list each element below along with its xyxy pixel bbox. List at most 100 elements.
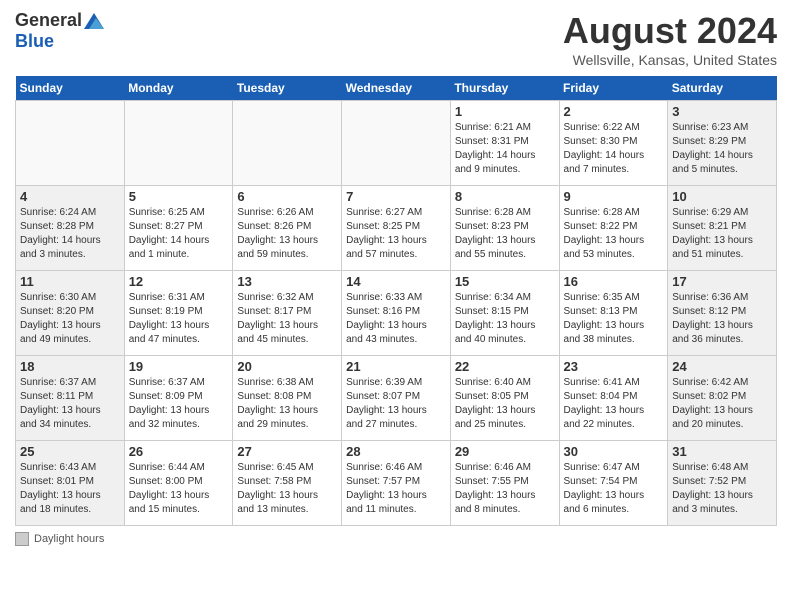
day-info: Sunrise: 6:24 AM Sunset: 8:28 PM Dayligh… xyxy=(20,206,120,262)
day-number: 8 xyxy=(455,189,555,204)
day-info: Sunrise: 6:46 AM Sunset: 7:55 PM Dayligh… xyxy=(455,461,555,517)
title-area: August 2024 Wellsville, Kansas, United S… xyxy=(563,10,777,68)
day-number: 12 xyxy=(129,274,229,289)
table-row: 25 Sunrise: 6:43 AM Sunset: 8:01 PM Dayli… xyxy=(16,441,125,526)
day-number: 19 xyxy=(129,359,229,374)
day-info: Sunrise: 6:25 AM Sunset: 8:27 PM Dayligh… xyxy=(129,206,229,262)
table-row xyxy=(233,101,342,186)
day-info: Sunrise: 6:31 AM Sunset: 8:19 PM Dayligh… xyxy=(129,291,229,347)
day-info: Sunrise: 6:29 AM Sunset: 8:21 PM Dayligh… xyxy=(672,206,772,262)
table-row: 9 Sunrise: 6:28 AM Sunset: 8:22 PM Daylig… xyxy=(559,186,668,271)
day-number: 17 xyxy=(672,274,772,289)
table-row: 17 Sunrise: 6:36 AM Sunset: 8:12 PM Dayli… xyxy=(668,271,777,356)
calendar-week-row: 18 Sunrise: 6:37 AM Sunset: 8:11 PM Dayli… xyxy=(16,356,777,441)
header-wednesday: Wednesday xyxy=(342,76,451,101)
table-row: 6Sunrise: 6:26 AM Sunset: 8:26 PM Daylig… xyxy=(233,186,342,271)
day-info: Sunrise: 6:38 AM Sunset: 8:08 PM Dayligh… xyxy=(237,376,337,432)
day-number: 25 xyxy=(20,444,120,459)
table-row: 7 Sunrise: 6:27 AM Sunset: 8:25 PM Daylig… xyxy=(342,186,451,271)
page-container: General Blue August 2024 Wellsville, Kan… xyxy=(0,0,792,556)
table-row: 21Sunrise: 6:39 AM Sunset: 8:07 PM Dayli… xyxy=(342,356,451,441)
table-row: 30 Sunrise: 6:47 AM Sunset: 7:54 PM Dayli… xyxy=(559,441,668,526)
table-row: 8 Sunrise: 6:28 AM Sunset: 8:23 PM Daylig… xyxy=(450,186,559,271)
day-number: 30 xyxy=(564,444,664,459)
table-row: 15Sunrise: 6:34 AM Sunset: 8:15 PM Dayli… xyxy=(450,271,559,356)
table-row: 14 Sunrise: 6:33 AM Sunset: 8:16 PM Dayli… xyxy=(342,271,451,356)
day-info: Sunrise: 6:28 AM Sunset: 8:22 PM Dayligh… xyxy=(564,206,664,262)
day-number: 22 xyxy=(455,359,555,374)
day-number: 20 xyxy=(237,359,337,374)
table-row: 22 Sunrise: 6:40 AM Sunset: 8:05 PM Dayli… xyxy=(450,356,559,441)
day-info: Sunrise: 6:21 AM Sunset: 8:31 PM Dayligh… xyxy=(455,121,555,177)
calendar-week-row: 4Sunrise: 6:24 AM Sunset: 8:28 PM Daylig… xyxy=(16,186,777,271)
day-number: 14 xyxy=(346,274,446,289)
table-row: 16 Sunrise: 6:35 AM Sunset: 8:13 PM Dayli… xyxy=(559,271,668,356)
day-info: Sunrise: 6:39 AM Sunset: 8:07 PM Dayligh… xyxy=(346,376,446,432)
table-row: 1Sunrise: 6:21 AM Sunset: 8:31 PM Daylig… xyxy=(450,101,559,186)
legend-box xyxy=(15,532,29,546)
day-number: 9 xyxy=(564,189,664,204)
day-number: 24 xyxy=(672,359,772,374)
day-number: 23 xyxy=(564,359,664,374)
table-row xyxy=(16,101,125,186)
table-row: 12 Sunrise: 6:31 AM Sunset: 8:19 PM Dayli… xyxy=(124,271,233,356)
day-info: Sunrise: 6:32 AM Sunset: 8:17 PM Dayligh… xyxy=(237,291,337,347)
day-number: 11 xyxy=(20,274,120,289)
table-row: 4Sunrise: 6:24 AM Sunset: 8:28 PM Daylig… xyxy=(16,186,125,271)
table-row: 24 Sunrise: 6:42 AM Sunset: 8:02 PM Dayli… xyxy=(668,356,777,441)
table-row: 19 Sunrise: 6:37 AM Sunset: 8:09 PM Dayli… xyxy=(124,356,233,441)
location-subtitle: Wellsville, Kansas, United States xyxy=(563,52,777,68)
header-friday: Friday xyxy=(559,76,668,101)
day-info: Sunrise: 6:41 AM Sunset: 8:04 PM Dayligh… xyxy=(564,376,664,432)
header-monday: Monday xyxy=(124,76,233,101)
logo-general-text: General xyxy=(15,10,82,31)
legend: Daylight hours xyxy=(15,532,777,546)
day-info: Sunrise: 6:28 AM Sunset: 8:23 PM Dayligh… xyxy=(455,206,555,262)
calendar-week-row: 25 Sunrise: 6:43 AM Sunset: 8:01 PM Dayli… xyxy=(16,441,777,526)
day-info: Sunrise: 6:33 AM Sunset: 8:16 PM Dayligh… xyxy=(346,291,446,347)
table-row: 11 Sunrise: 6:30 AM Sunset: 8:20 PM Dayli… xyxy=(16,271,125,356)
table-row: 31Sunrise: 6:48 AM Sunset: 7:52 PM Dayli… xyxy=(668,441,777,526)
month-year-title: August 2024 xyxy=(563,10,777,52)
day-number: 7 xyxy=(346,189,446,204)
day-number: 13 xyxy=(237,274,337,289)
day-info: Sunrise: 6:35 AM Sunset: 8:13 PM Dayligh… xyxy=(564,291,664,347)
header-sunday: Sunday xyxy=(16,76,125,101)
day-number: 2 xyxy=(564,104,664,119)
day-info: Sunrise: 6:40 AM Sunset: 8:05 PM Dayligh… xyxy=(455,376,555,432)
day-info: Sunrise: 6:27 AM Sunset: 8:25 PM Dayligh… xyxy=(346,206,446,262)
calendar-week-row: 11 Sunrise: 6:30 AM Sunset: 8:20 PM Dayli… xyxy=(16,271,777,356)
day-info: Sunrise: 6:36 AM Sunset: 8:12 PM Dayligh… xyxy=(672,291,772,347)
header-tuesday: Tuesday xyxy=(233,76,342,101)
day-number: 18 xyxy=(20,359,120,374)
day-number: 6 xyxy=(237,189,337,204)
day-info: Sunrise: 6:22 AM Sunset: 8:30 PM Dayligh… xyxy=(564,121,664,177)
day-info: Sunrise: 6:37 AM Sunset: 8:09 PM Dayligh… xyxy=(129,376,229,432)
day-info: Sunrise: 6:42 AM Sunset: 8:02 PM Dayligh… xyxy=(672,376,772,432)
legend-label: Daylight hours xyxy=(34,533,104,545)
day-info: Sunrise: 6:37 AM Sunset: 8:11 PM Dayligh… xyxy=(20,376,120,432)
table-row: 3Sunrise: 6:23 AM Sunset: 8:29 PM Daylig… xyxy=(668,101,777,186)
day-info: Sunrise: 6:23 AM Sunset: 8:29 PM Dayligh… xyxy=(672,121,772,177)
table-row: 23 Sunrise: 6:41 AM Sunset: 8:04 PM Dayli… xyxy=(559,356,668,441)
page-header: General Blue August 2024 Wellsville, Kan… xyxy=(15,10,777,68)
table-row: 5Sunrise: 6:25 AM Sunset: 8:27 PM Daylig… xyxy=(124,186,233,271)
day-info: Sunrise: 6:47 AM Sunset: 7:54 PM Dayligh… xyxy=(564,461,664,517)
day-info: Sunrise: 6:43 AM Sunset: 8:01 PM Dayligh… xyxy=(20,461,120,517)
logo: General Blue xyxy=(15,10,104,52)
header-saturday: Saturday xyxy=(668,76,777,101)
day-number: 15 xyxy=(455,274,555,289)
day-number: 29 xyxy=(455,444,555,459)
day-info: Sunrise: 6:30 AM Sunset: 8:20 PM Dayligh… xyxy=(20,291,120,347)
day-info: Sunrise: 6:48 AM Sunset: 7:52 PM Dayligh… xyxy=(672,461,772,517)
table-row: 10Sunrise: 6:29 AM Sunset: 8:21 PM Dayli… xyxy=(668,186,777,271)
logo-icon xyxy=(84,13,104,29)
day-number: 16 xyxy=(564,274,664,289)
calendar-header-row: Sunday Monday Tuesday Wednesday Thursday… xyxy=(16,76,777,101)
table-row xyxy=(342,101,451,186)
table-row: 20 Sunrise: 6:38 AM Sunset: 8:08 PM Dayli… xyxy=(233,356,342,441)
calendar-table: Sunday Monday Tuesday Wednesday Thursday… xyxy=(15,76,777,526)
table-row: 18 Sunrise: 6:37 AM Sunset: 8:11 PM Dayli… xyxy=(16,356,125,441)
table-row: 2 Sunrise: 6:22 AM Sunset: 8:30 PM Daylig… xyxy=(559,101,668,186)
table-row: 27Sunrise: 6:45 AM Sunset: 7:58 PM Dayli… xyxy=(233,441,342,526)
